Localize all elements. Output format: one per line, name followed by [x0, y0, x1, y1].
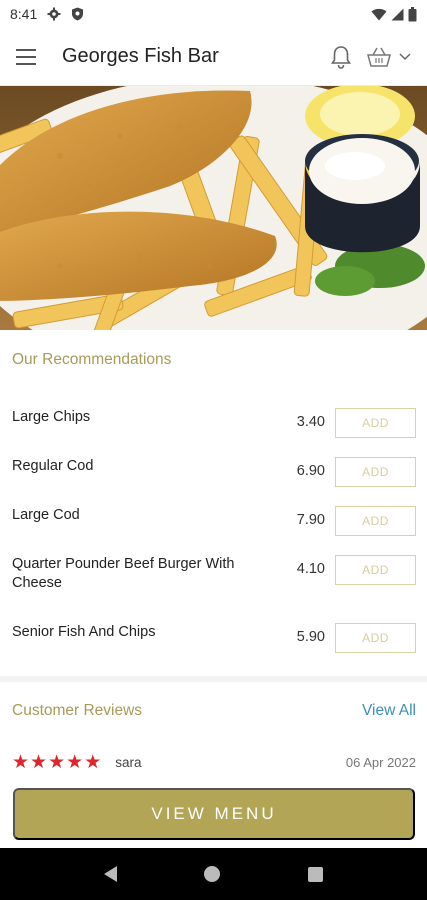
- view-all-reviews-link[interactable]: View All: [362, 702, 416, 720]
- hamburger-menu-icon[interactable]: [16, 43, 44, 71]
- notification-bell-icon[interactable]: [327, 43, 355, 71]
- reviewer-name: sara: [115, 754, 142, 770]
- add-button[interactable]: ADD: [335, 555, 416, 585]
- review-date: 06 Apr 2022: [345, 754, 416, 770]
- recommendations-title: Our Recommendations: [12, 351, 172, 368]
- reviews-title: Customer Reviews: [12, 702, 143, 719]
- review-item: ★ ★ ★ ★ ★ sara 06 Apr 2022: [12, 750, 416, 774]
- settings-gear-icon: [47, 7, 61, 21]
- menu-item-name: Large Chips: [12, 409, 91, 425]
- status-left: 8:41: [10, 6, 84, 22]
- star-icon: ★: [48, 751, 66, 773]
- signal-icon: [391, 8, 404, 20]
- wifi-icon: [371, 8, 387, 20]
- basket-icon: [367, 47, 391, 67]
- section-divider: [0, 676, 427, 682]
- fish-and-chips-illustration: [0, 86, 427, 330]
- menu-item-price: 4.10: [296, 561, 325, 577]
- battery-icon: [408, 6, 417, 21]
- home-icon[interactable]: [204, 866, 221, 882]
- menu-item-price: 7.90: [296, 512, 325, 528]
- system-nav-bar: [0, 848, 427, 900]
- status-time: 8:41: [10, 6, 38, 22]
- menu-item-name: Regular Cod: [12, 458, 94, 474]
- star-rating: ★ ★ ★ ★ ★: [12, 753, 101, 772]
- hero-food-image: [0, 86, 427, 330]
- menu-item-name: Quarter Pounder Beef Burger With Cheese: [12, 556, 235, 591]
- status-bar: 8:41: [0, 0, 427, 28]
- chevron-down-icon: [399, 52, 411, 60]
- star-icon: ★: [66, 751, 84, 773]
- add-button[interactable]: ADD: [335, 457, 416, 487]
- status-right: [371, 6, 417, 22]
- app-title: Georges Fish Bar: [62, 45, 219, 67]
- star-icon: ★: [84, 751, 102, 773]
- back-icon[interactable]: [103, 866, 117, 882]
- add-button[interactable]: ADD: [335, 623, 416, 653]
- shield-icon: [72, 7, 84, 21]
- star-icon: ★: [30, 751, 48, 773]
- add-button[interactable]: ADD: [335, 506, 416, 536]
- menu-item-price: 5.90: [296, 629, 325, 645]
- order-type-selector[interactable]: [365, 46, 411, 68]
- star-icon: ★: [12, 751, 30, 773]
- view-menu-button[interactable]: VIEW MENU: [13, 788, 415, 840]
- recent-apps-icon[interactable]: [308, 866, 324, 882]
- menu-item-price: 3.40: [296, 414, 325, 430]
- app-bar: Georges Fish Bar: [0, 28, 427, 86]
- menu-item-price: 6.90: [296, 463, 325, 479]
- menu-item-name: Large Cod: [12, 507, 80, 523]
- menu-item-name: Senior Fish And Chips: [12, 624, 156, 640]
- add-button[interactable]: ADD: [335, 408, 416, 438]
